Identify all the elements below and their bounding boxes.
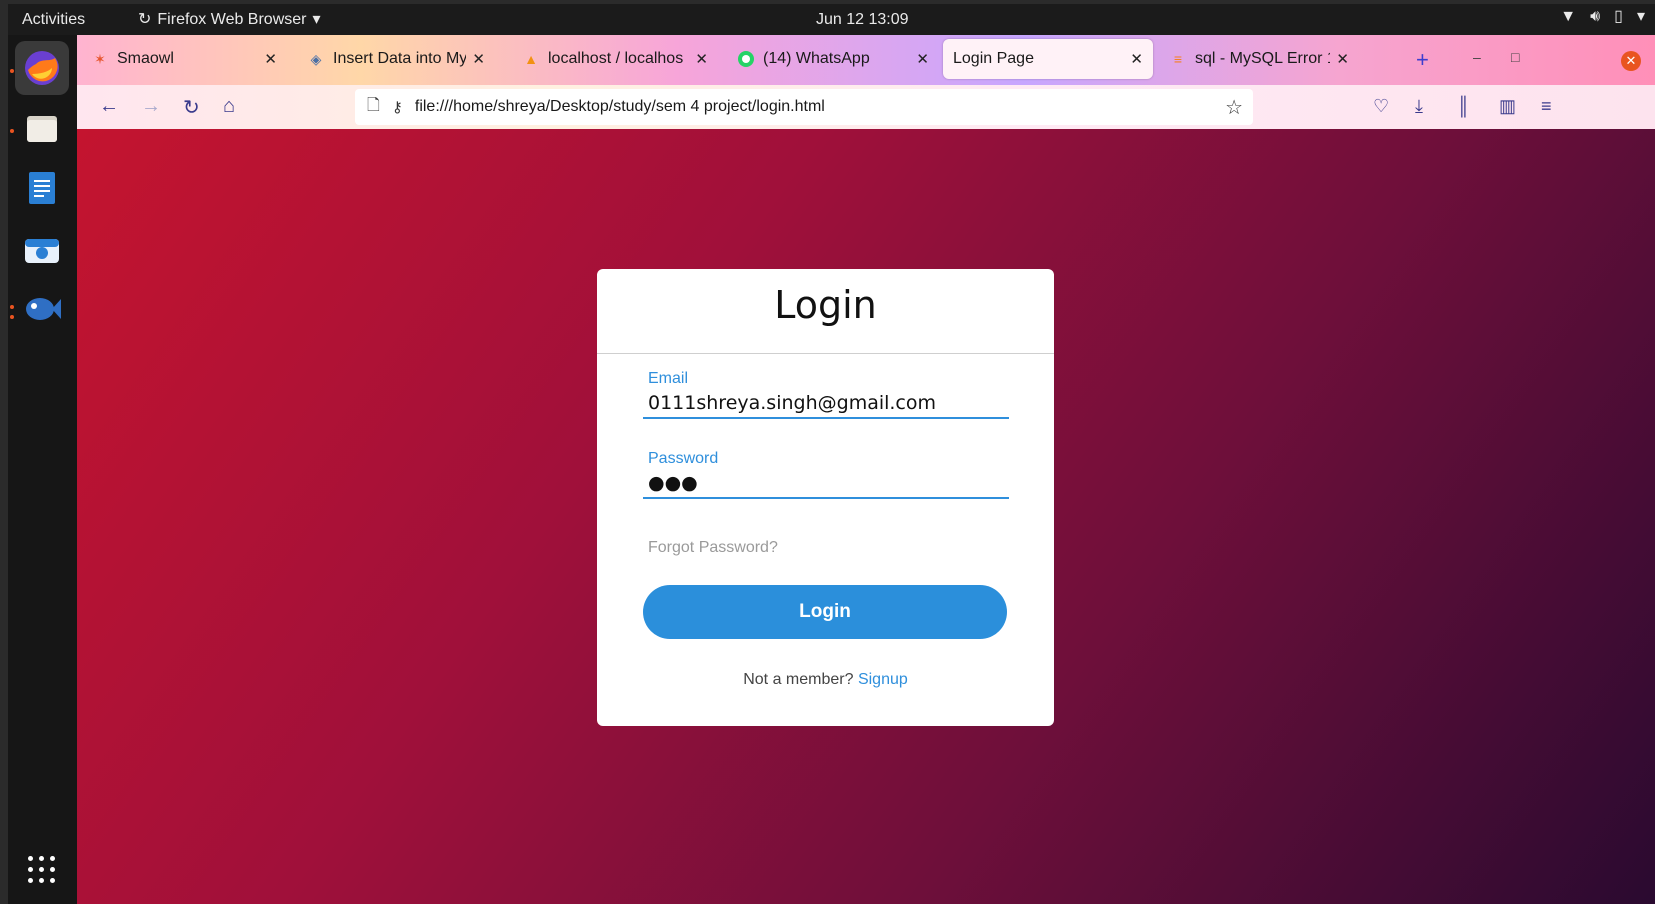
volume-icon: 🔊︎ <box>1590 8 1601 25</box>
download-icon[interactable]: ⤓ <box>1415 96 1423 117</box>
back-button[interactable]: ← <box>99 95 119 118</box>
url-text[interactable]: file:///home/shreya/Desktop/study/sem 4 … <box>415 98 825 116</box>
firefox-icon <box>25 51 59 85</box>
running-indicator <box>10 69 14 73</box>
bookmark-star-icon[interactable]: ☆ <box>1225 95 1243 120</box>
page-content: Login Email Password Forgot Password? Lo… <box>77 129 1655 904</box>
running-indicator <box>10 305 14 309</box>
running-indicator <box>10 315 14 319</box>
software-icon <box>25 239 59 263</box>
stackoverflow-icon: ≡ <box>1173 51 1183 67</box>
menu-icon[interactable]: ≡ <box>1541 96 1552 117</box>
not-member-text: Not a member? <box>743 671 858 688</box>
activities-button[interactable]: Activities <box>22 11 85 29</box>
divider <box>597 353 1054 354</box>
forgot-password-link[interactable]: Forgot Password? <box>648 539 778 557</box>
dock-files[interactable] <box>15 101 69 155</box>
tab-stackoverflow[interactable]: ≡ sql - MySQL Error 1 ✕ <box>1159 39 1359 79</box>
dock-fish-app[interactable] <box>15 281 69 335</box>
login-card: Login Email Password Forgot Password? Lo… <box>597 269 1054 726</box>
close-icon[interactable]: ✕ <box>264 50 277 68</box>
firefox-window: ✶ Smaowl ✕ ◈ Insert Data into My ✕ ▲ loc… <box>77 35 1655 904</box>
close-icon[interactable]: ✕ <box>472 50 485 68</box>
password-field[interactable] <box>643 469 1009 499</box>
tab-smaowl[interactable]: ✶ Smaowl ✕ <box>81 39 287 79</box>
battery-icon: ▯ <box>1614 8 1623 25</box>
show-applications-button[interactable] <box>28 856 56 884</box>
files-icon <box>27 116 57 142</box>
whatsapp-icon <box>737 50 755 68</box>
smaowl-icon: ✶ <box>94 50 106 67</box>
key-icon[interactable]: ⚷ <box>392 98 403 116</box>
writer-icon <box>29 172 55 204</box>
login-button[interactable]: Login <box>643 585 1007 639</box>
tab-whatsapp[interactable]: (14) WhatsApp ✕ <box>727 39 939 79</box>
window-close-button[interactable]: ✕ <box>1621 51 1641 71</box>
close-icon[interactable]: ✕ <box>916 50 929 68</box>
chevron-down-icon: ▾ <box>312 11 321 28</box>
restore-button[interactable]: □ <box>1511 49 1519 65</box>
tab-title: (14) WhatsApp <box>763 50 870 67</box>
tab-insert-data[interactable]: ◈ Insert Data into My ✕ <box>297 39 495 79</box>
page-icon: 🗋 <box>367 96 380 114</box>
firefox-small-icon: ↻ <box>138 11 152 28</box>
close-icon[interactable]: ✕ <box>1130 50 1143 68</box>
system-top-bar: Activities ↻ Firefox Web Browser ▾ Jun 1… <box>8 4 1655 35</box>
clock[interactable]: Jun 12 13:09 <box>816 11 909 29</box>
close-icon[interactable]: ✕ <box>1336 50 1349 68</box>
signup-link[interactable]: Signup <box>858 671 908 688</box>
email-field[interactable] <box>643 389 1009 419</box>
running-indicator <box>10 129 14 133</box>
tab-title: Insert Data into My <box>333 50 467 67</box>
app-menu-label: Firefox Web Browser <box>157 11 307 28</box>
tab-title: Login Page <box>953 50 1034 67</box>
url-bar[interactable]: 🗋 ⚷ file:///home/shreya/Desktop/study/se… <box>355 89 1253 125</box>
dock-writer[interactable] <box>15 161 69 215</box>
wifi-icon: ▼ <box>1560 8 1577 25</box>
desktop-screen: Activities ↻ Firefox Web Browser ▾ Jun 1… <box>8 4 1655 904</box>
app-menu[interactable]: ↻ Firefox Web Browser ▾ <box>138 11 321 29</box>
system-tray[interactable]: ▼ 🔊︎ ▯ ▾ <box>1560 9 1645 25</box>
dock-firefox[interactable] <box>15 41 69 95</box>
close-icon[interactable]: ✕ <box>695 50 708 68</box>
sidebar-icon[interactable]: ▥ <box>1499 96 1516 117</box>
chevron-down-icon: ▾ <box>1636 8 1645 25</box>
dock <box>8 35 77 904</box>
minimize-button[interactable]: – <box>1473 49 1481 65</box>
tab-title: Smaowl <box>117 50 174 67</box>
tab-phpmyadmin[interactable]: ▲ localhost / localhos ✕ <box>512 39 718 79</box>
home-button[interactable]: ⌂ <box>223 95 235 118</box>
tab-title: sql - MySQL Error 1 <box>1195 50 1331 67</box>
dock-software[interactable] <box>15 221 69 275</box>
page-title: Login <box>774 283 877 327</box>
forward-button[interactable]: → <box>141 95 161 118</box>
tab-title: localhost / localhos <box>548 50 684 67</box>
phpmyadmin-icon: ▲ <box>524 51 538 67</box>
signup-row: Not a member? Signup <box>597 671 1054 689</box>
pocket-icon[interactable]: ♡ <box>1373 96 1389 117</box>
reload-button[interactable]: ↻ <box>183 95 200 120</box>
tab-login-page[interactable]: Login Page ✕ <box>943 39 1153 79</box>
tab-strip: ✶ Smaowl ✕ ◈ Insert Data into My ✕ ▲ loc… <box>77 35 1655 85</box>
fish-icon <box>26 298 61 320</box>
navigation-toolbar: ← → ↻ ⌂ 🗋 ⚷ file:///home/shreya/Desktop/… <box>77 85 1655 129</box>
new-tab-button[interactable]: + <box>1416 47 1429 73</box>
password-label: Password <box>648 450 719 467</box>
email-label: Email <box>648 370 689 387</box>
library-icon[interactable]: ║ <box>1457 96 1470 117</box>
code-icon: ◈ <box>310 50 322 67</box>
